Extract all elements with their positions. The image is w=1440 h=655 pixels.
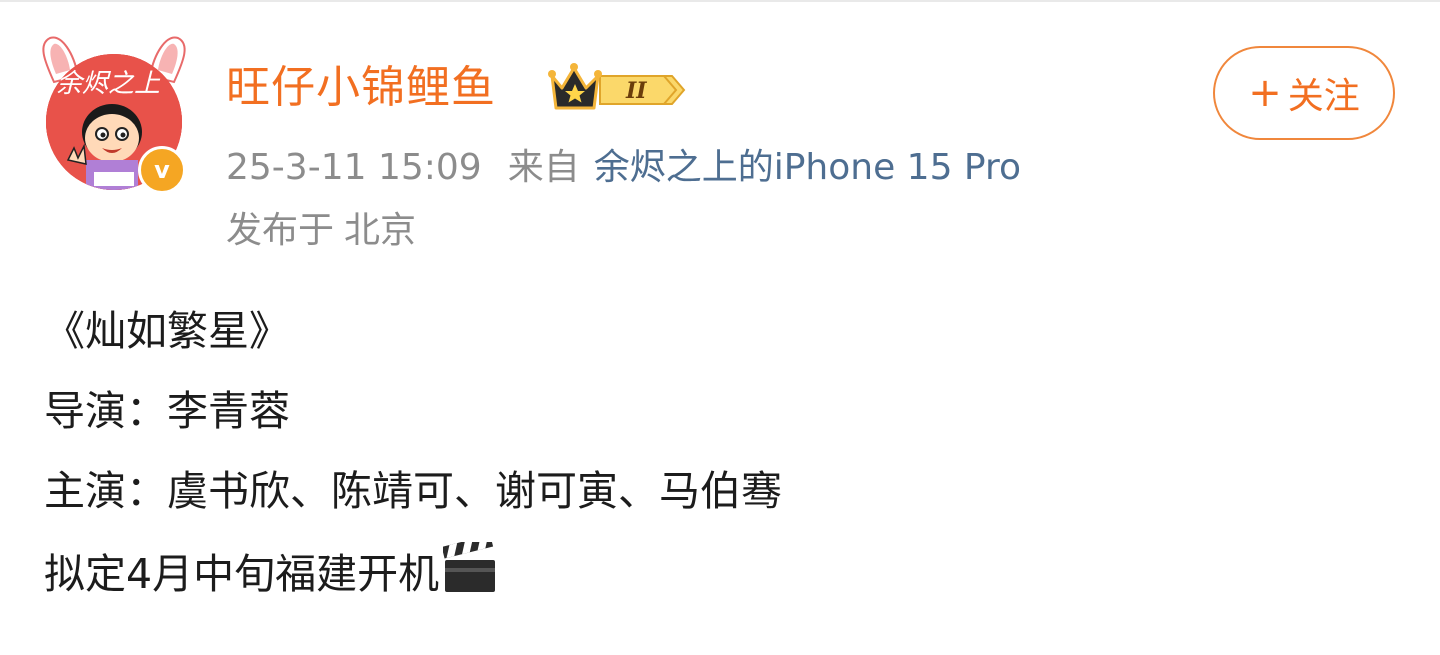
plus-icon: + xyxy=(1248,70,1282,116)
post-content: 《灿如繁星》 导演：李青蓉 主演：虞书欣、陈靖可、谢可寅、马伯骞 拟定4月中旬福… xyxy=(44,302,782,604)
verified-badge: v xyxy=(138,146,186,194)
clapper-board-icon xyxy=(443,542,496,592)
post-schedule-line: 拟定4月中旬福建开机 xyxy=(44,550,440,598)
crown-level-badge: II xyxy=(548,63,686,110)
content-fade-overlay xyxy=(540,590,900,630)
post-director-line: 导演：李青蓉 xyxy=(44,387,290,435)
post-timestamp[interactable]: 25-3-11 15:09 xyxy=(226,147,482,188)
follow-button-label: 关注 xyxy=(1287,76,1360,117)
source-prefix: 来自 xyxy=(507,147,580,188)
location-prefix: 发布于 xyxy=(226,210,335,251)
author-avatar[interactable]: 余烬之上 v xyxy=(34,30,194,195)
v-verified-icon: v xyxy=(154,156,170,184)
post-cast-line: 主演：虞书欣、陈靖可、谢可寅、马伯骞 xyxy=(44,467,782,515)
top-divider xyxy=(0,0,1440,2)
post-location: 发布于 北京 xyxy=(226,208,416,254)
post-meta: 25-3-11 15:09 来自 余烬之上的iPhone 15 Pro xyxy=(226,145,1021,191)
author-name[interactable]: 旺仔小锦鲤鱼 xyxy=(226,60,496,116)
device-source-link[interactable]: 余烬之上的iPhone 15 Pro xyxy=(594,147,1021,188)
post-title-line: 《灿如繁星》 xyxy=(44,307,290,355)
svg-text:余烬之上: 余烬之上 xyxy=(56,69,161,99)
svg-text:II: II xyxy=(625,78,647,104)
follow-button[interactable]: + 关注 xyxy=(1213,46,1395,140)
location-value: 北京 xyxy=(344,210,417,251)
